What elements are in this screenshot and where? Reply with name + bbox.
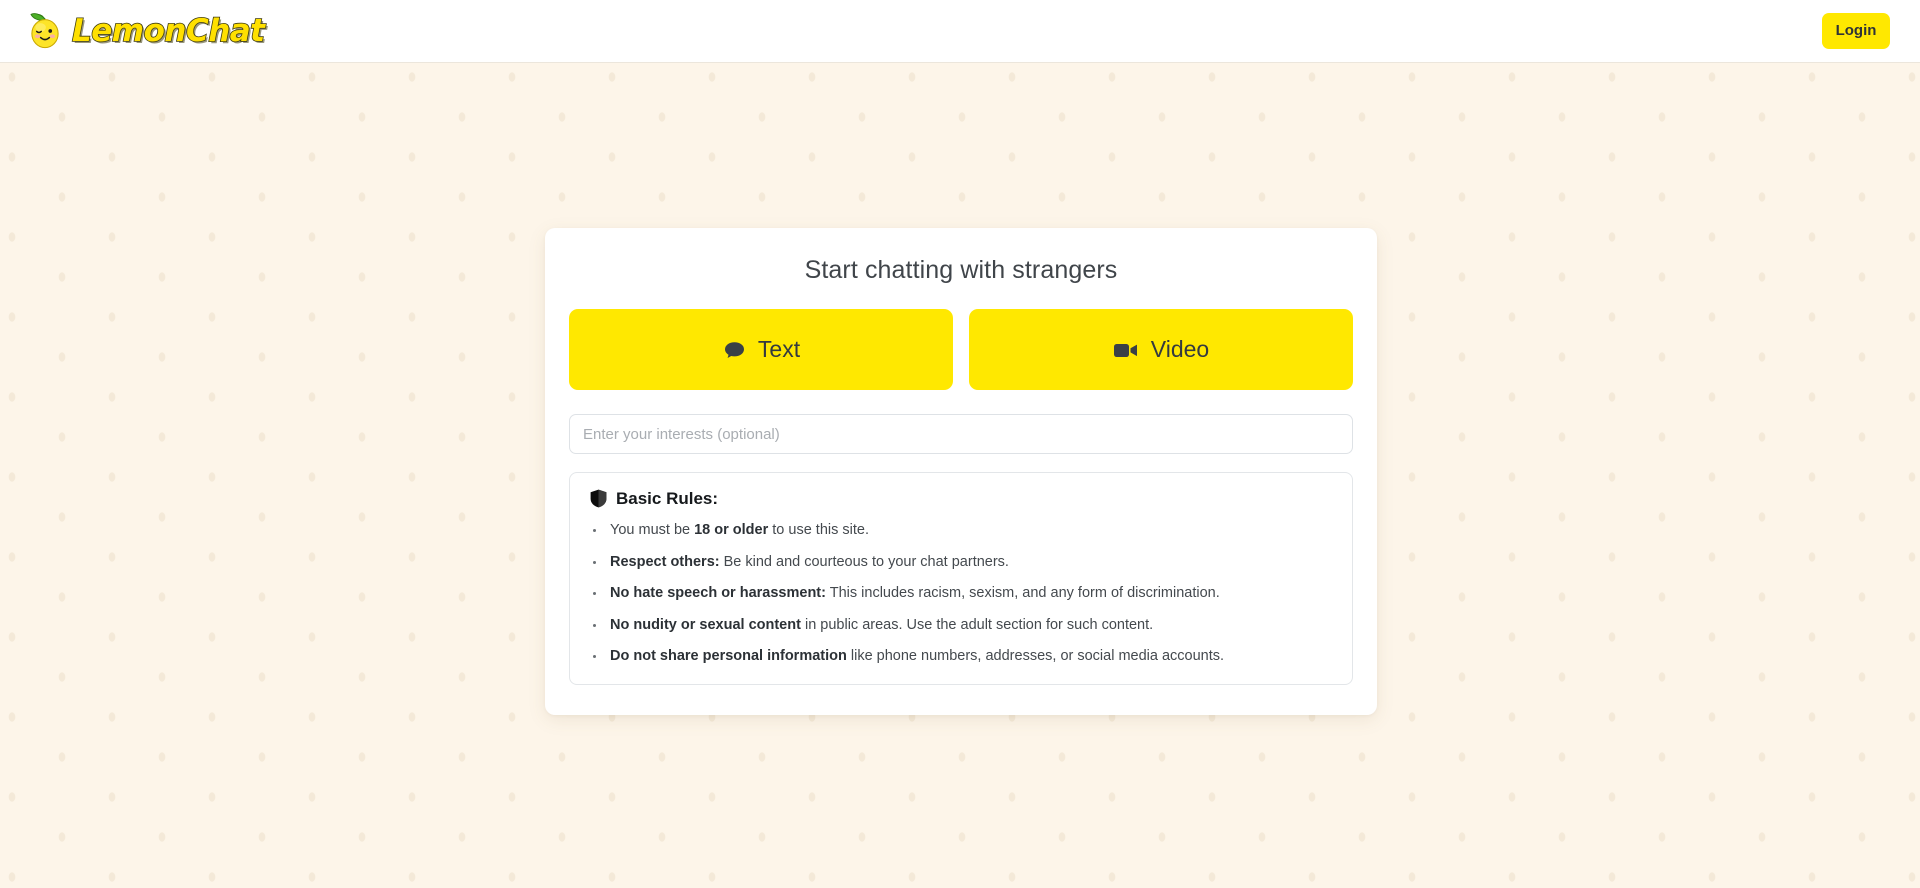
rule-item-hate-speech: No hate speech or harassment: This inclu… [590, 584, 1332, 604]
rule-text-bold: Respect others: [610, 553, 720, 570]
rule-text-rest: This includes racism, sexism, and any fo… [825, 585, 1220, 602]
video-chat-button[interactable]: Video [969, 309, 1353, 390]
login-button[interactable]: Login [1822, 13, 1890, 49]
page-title: Start chatting with strangers [804, 256, 1118, 284]
rule-text-bold: Do not share personal information [610, 648, 847, 665]
site-header: LemonChat Login [0, 0, 1920, 63]
shield-icon [590, 489, 607, 508]
rule-text-bold: No hate speech or harassment: [610, 585, 826, 602]
basic-rules-box: Basic Rules: You must be 18 or older to … [569, 472, 1353, 685]
text-chat-button[interactable]: Text [569, 309, 953, 390]
brand-wordmark: LemonChat [71, 12, 266, 49]
rules-list: You must be 18 or older to use this site… [590, 521, 1332, 667]
video-camera-icon [1113, 343, 1137, 357]
rules-heading: Basic Rules: [590, 489, 1332, 508]
rule-text-bold: No nudity or sexual content [610, 616, 801, 633]
chat-bubble-icon [724, 341, 744, 358]
chat-mode-buttons: Text Video [569, 309, 1353, 390]
rule-text-before: You must be [610, 522, 695, 538]
interests-input[interactable] [569, 414, 1353, 454]
rule-item-nudity: No nudity or sexual content in public ar… [590, 616, 1332, 636]
rule-text-rest: like phone numbers, addresses, or social… [846, 648, 1225, 665]
rule-text-rest: Be kind and courteous to your chat partn… [719, 553, 1009, 570]
start-chat-card: Start chatting with strangers Text Video… [545, 228, 1377, 715]
rule-text-after: to use this site. [768, 522, 869, 538]
winking-lemon-icon [30, 13, 59, 49]
video-chat-label: Video [1150, 336, 1210, 362]
brand-logo-link[interactable]: LemonChat [24, 5, 266, 57]
rule-text-rest: in public areas. Use the adult section f… [800, 616, 1154, 633]
rules-heading-text: Basic Rules: [616, 489, 719, 508]
rule-item-personal-info: Do not share personal information like p… [590, 647, 1332, 667]
rule-item-respect: Respect others: Be kind and courteous to… [590, 553, 1332, 573]
text-chat-label: Text [757, 336, 801, 362]
rule-item-age: You must be 18 or older to use this site… [590, 521, 1332, 541]
rule-text-bold: 18 or older [694, 522, 769, 538]
